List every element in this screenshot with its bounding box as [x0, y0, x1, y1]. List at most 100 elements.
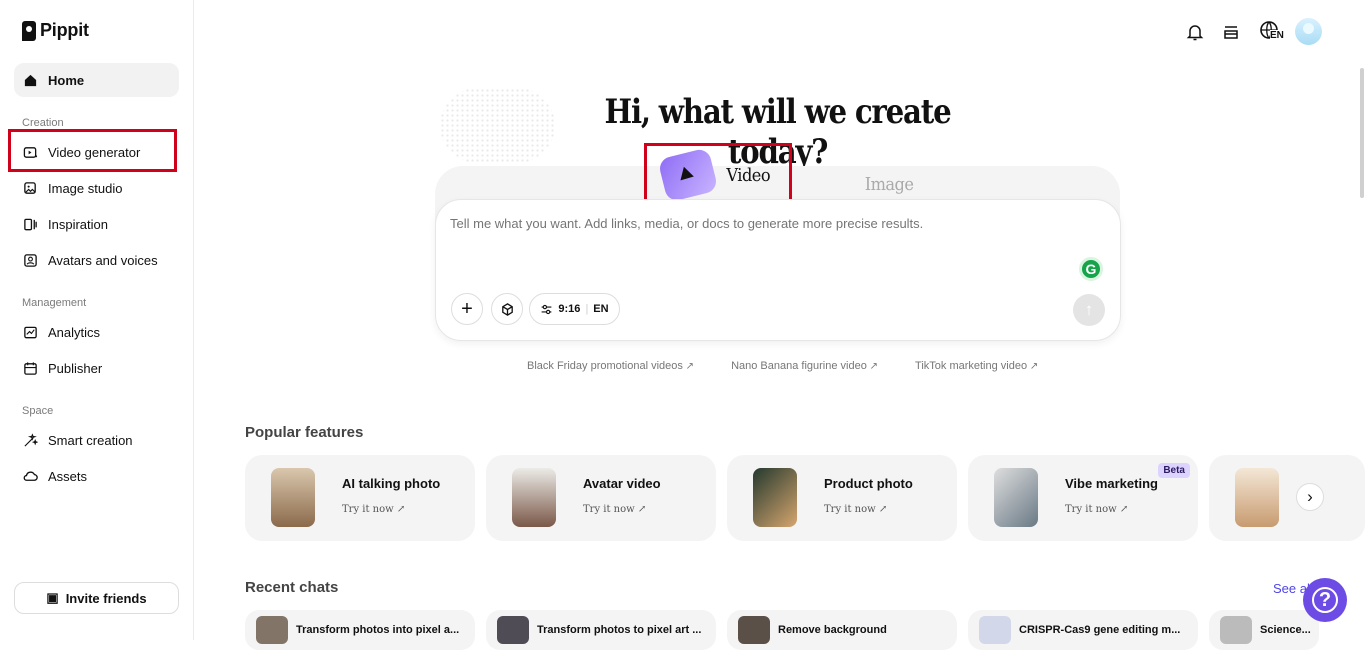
page-scrollbar[interactable] — [1360, 68, 1364, 198]
inspiration-icon — [23, 217, 38, 232]
sidebar: Pippit Home Creation Video generator Ima… — [0, 0, 194, 640]
prompt-input[interactable] — [450, 216, 1070, 231]
recent-chat-3[interactable]: Remove background — [727, 610, 957, 650]
sidebar-item-inspiration[interactable]: Inspiration — [14, 207, 179, 241]
pippit-logo-icon — [22, 20, 36, 41]
sidebar-item-label: Analytics — [48, 324, 101, 340]
assets-icon — [23, 469, 38, 484]
user-avatar[interactable] — [1295, 18, 1322, 45]
recent-chat-5[interactable]: Science... — [1209, 610, 1319, 650]
feature-card-partial[interactable] — [1209, 455, 1365, 541]
creation-section-label: Creation — [22, 117, 64, 129]
sidebar-item-publisher[interactable]: Publisher — [14, 351, 179, 385]
suggestion-tiktok[interactable]: TikTok marketing video — [915, 360, 1038, 372]
sidebar-item-label: Home — [48, 72, 85, 88]
popular-feature-carousel: AI talking photo Try it now ↗ Avatar vide… — [245, 455, 1365, 541]
tab-image[interactable]: Image — [865, 174, 914, 195]
send-button[interactable]: ↑ — [1073, 294, 1105, 326]
sidebar-item-smart-creation[interactable]: Smart creation — [14, 423, 179, 457]
video-settings-button[interactable]: 9:16 | EN — [529, 293, 620, 325]
recent-chat-title: CRISPR-Cas9 gene editing m... — [1019, 624, 1181, 636]
help-icon: ? — [1318, 588, 1332, 611]
vibe-marketing-thumbnail — [994, 468, 1038, 527]
chevron-right-icon: › — [1307, 487, 1313, 506]
model-button[interactable] — [491, 293, 523, 325]
invite-friends-label: Invite friends — [65, 590, 147, 606]
sidebar-item-video-generator[interactable]: Video generator — [14, 135, 179, 169]
sidebar-item-label: Smart creation — [48, 432, 133, 448]
feature-subtitle: Try it now ↗ — [824, 504, 888, 515]
feature-card-vibe-marketing[interactable]: Vibe marketing Try it now ↗ Beta — [968, 455, 1198, 541]
globe-icon[interactable]: EN — [1257, 20, 1285, 44]
settings-divider: | — [585, 303, 589, 315]
prompt-composer: G + 9:16 | EN ↑ — [435, 199, 1121, 341]
recent-chat-title: Transform photos to pixel art ... — [537, 624, 702, 636]
gift-icon: ▣ — [46, 590, 59, 605]
sliders-icon — [542, 304, 552, 314]
home-icon — [23, 73, 38, 88]
partial-feature-thumbnail — [1235, 468, 1279, 527]
send-icon: ↑ — [1084, 300, 1094, 319]
sidebar-item-image-studio[interactable]: Image studio — [14, 171, 179, 205]
feature-card-avatar-video[interactable]: Avatar video Try it now ↗ — [486, 455, 716, 541]
feature-card-product-photo[interactable]: Product photo Try it now ↗ — [727, 455, 957, 541]
suggestion-nano-banana[interactable]: Nano Banana figurine video — [731, 360, 878, 372]
avatar-icon — [23, 253, 38, 268]
tab-video-label: Video — [726, 164, 771, 186]
feature-title: AI talking photo — [342, 476, 441, 491]
help-button[interactable]: ? — [1303, 578, 1347, 622]
brand-logo[interactable]: Pippit — [22, 20, 89, 41]
recent-chat-title: Transform photos into pixel a... — [296, 624, 460, 636]
analytics-icon — [23, 325, 38, 340]
tab-video[interactable]: Video — [657, 147, 772, 203]
feature-title: Product photo — [824, 476, 913, 491]
image-studio-icon — [23, 181, 38, 196]
recent-chat-title: Remove background — [778, 624, 887, 636]
sidebar-item-analytics[interactable]: Analytics — [14, 315, 179, 349]
recent-chat-4[interactable]: CRISPR-Cas9 gene editing m... — [968, 610, 1198, 650]
sidebar-item-home[interactable]: Home — [14, 63, 179, 97]
ai-talking-photo-thumbnail — [271, 468, 315, 527]
sidebar-item-label: Publisher — [48, 360, 103, 376]
carousel-next-button[interactable]: › — [1296, 483, 1324, 511]
language-code: EN — [1270, 30, 1284, 41]
add-attachment-button[interactable]: + — [451, 293, 483, 325]
cube-icon — [501, 302, 513, 316]
management-section-label: Management — [22, 297, 87, 309]
video-generator-icon — [23, 145, 38, 160]
recent-chat-1[interactable]: Transform photos into pixel a... — [245, 610, 475, 650]
sidebar-item-label: Video generator — [48, 144, 141, 160]
publisher-icon — [23, 361, 38, 376]
sidebar-item-label: Image studio — [48, 180, 123, 196]
video-play-icon — [657, 147, 719, 203]
sidebar-item-label: Assets — [48, 468, 88, 484]
feature-subtitle: Try it now ↗ — [583, 504, 647, 515]
bell-icon[interactable] — [1183, 20, 1207, 44]
grammarly-icon[interactable]: G — [1079, 257, 1103, 281]
feature-subtitle: Try it now ↗ — [1065, 504, 1129, 515]
smart-creation-icon — [23, 432, 38, 448]
recent-chat-2[interactable]: Transform photos to pixel art ... — [486, 610, 716, 650]
feature-subtitle: Try it now ↗ — [342, 504, 406, 515]
avatar-video-thumbnail — [512, 468, 556, 527]
suggestion-black-friday[interactable]: Black Friday promotional videos — [527, 360, 694, 372]
invite-friends-button[interactable]: ▣ Invite friends — [14, 582, 179, 614]
popular-features-title: Popular features — [245, 424, 364, 441]
feature-title: Avatar video — [583, 476, 661, 491]
brand-name: Pippit — [40, 20, 89, 40]
recent-chats-title: Recent chats — [245, 579, 339, 596]
sidebar-item-avatars-and-voices[interactable]: Avatars and voices — [14, 243, 179, 277]
feature-title: Vibe marketing — [1065, 476, 1158, 491]
product-photo-thumbnail — [753, 468, 797, 527]
inbox-icon[interactable] — [1219, 20, 1243, 44]
sidebar-item-label: Avatars and voices — [48, 252, 158, 268]
recent-chat-title: Science... — [1260, 624, 1311, 636]
plus-icon: + — [461, 297, 473, 320]
space-section-label: Space — [22, 405, 54, 417]
language-value: EN — [593, 303, 609, 315]
feature-card-ai-talking-photo[interactable]: AI talking photo Try it now ↗ — [245, 455, 475, 541]
sidebar-item-label: Inspiration — [48, 216, 108, 232]
sidebar-item-assets[interactable]: Assets — [14, 459, 179, 493]
aspect-ratio-value: 9:16 — [558, 303, 581, 315]
suggestion-list: Black Friday promotional videos Nano Ban… — [527, 360, 1038, 372]
